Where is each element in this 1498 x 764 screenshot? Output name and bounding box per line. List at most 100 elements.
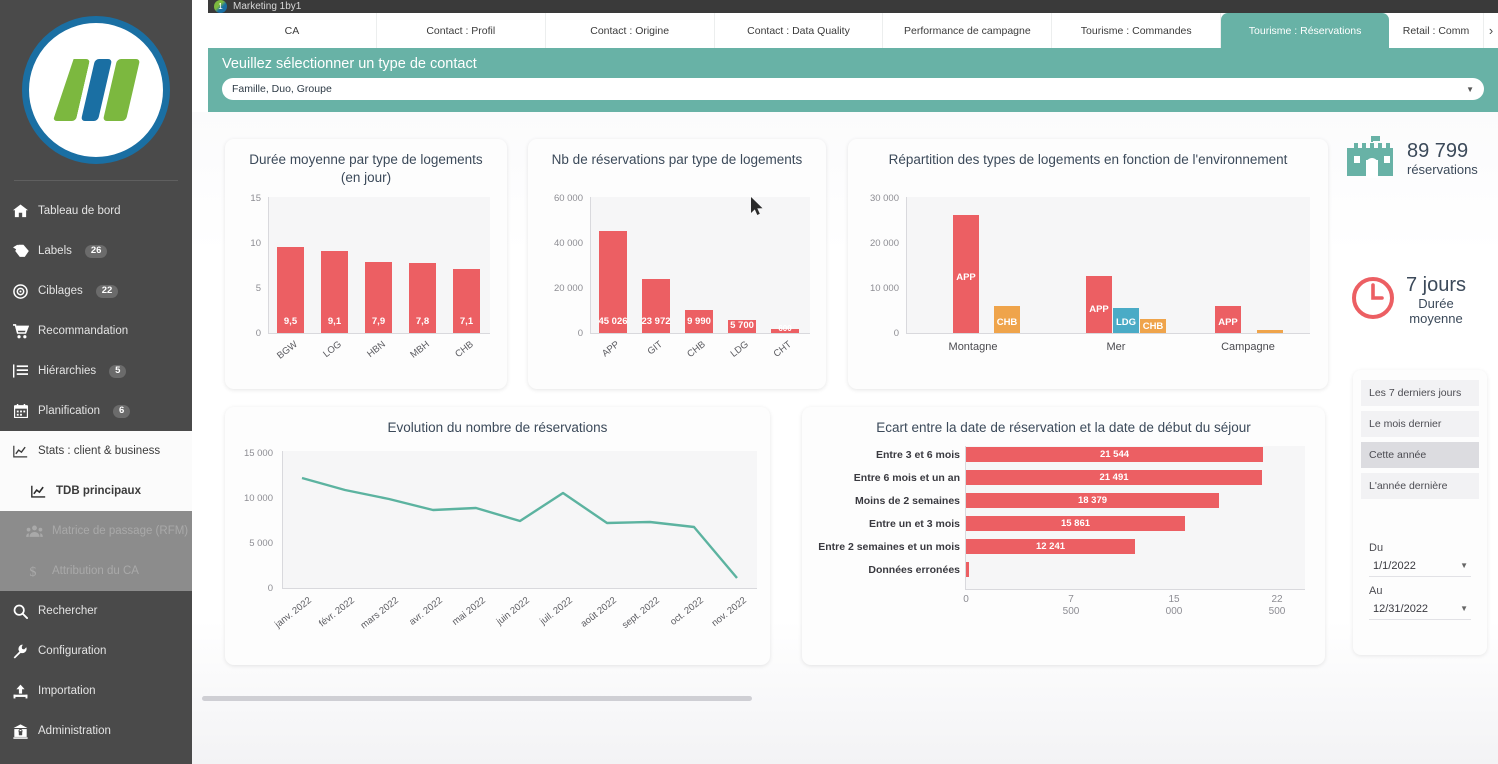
bar[interactable]: 9,1 xyxy=(321,251,348,333)
bar-series-label: CHB xyxy=(1142,321,1164,332)
list-icon xyxy=(12,364,29,378)
chart-nb-reservations: 0 20 000 40 000 60 000 45 026 23 972 9 9… xyxy=(528,189,826,389)
dashboard-root: Tableau de bord Labels 26 Ciblages 22 Re… xyxy=(0,0,1498,764)
bar-series-label: LDG xyxy=(1115,317,1137,328)
card-duree-moyenne: Durée moyenne par type de logements (en … xyxy=(225,139,507,389)
bar-series-label: APP xyxy=(1218,317,1238,328)
bar[interactable]: APP xyxy=(1086,276,1112,333)
bar[interactable]: LDG xyxy=(1113,308,1139,333)
tab-tourisme-reservations[interactable]: Tourisme : Réservations xyxy=(1221,13,1390,48)
y-tick: Entre un et 3 mois xyxy=(868,518,960,530)
sidebar-item-label: Configuration xyxy=(38,645,107,657)
tabs-next-arrow-icon[interactable]: › xyxy=(1484,13,1498,48)
clock-icon xyxy=(1350,275,1396,326)
bar-value: 7,9 xyxy=(371,316,386,327)
card-ecart-dates: Ecart entre la date de réservation et la… xyxy=(802,407,1325,665)
tab-contact-data-quality[interactable]: Contact : Data Quality xyxy=(715,13,884,48)
sidebar-item-labels[interactable]: Labels 26 xyxy=(0,231,192,271)
bar[interactable]: CHB xyxy=(1140,319,1166,333)
bar[interactable]: 45 026 xyxy=(598,231,628,333)
bar[interactable]: APP xyxy=(1215,306,1241,333)
tab-performance-de-campagne[interactable]: Performance de campagne xyxy=(883,13,1053,48)
bar[interactable]: APP xyxy=(953,215,979,333)
chart-title: Répartition des types de logements en fo… xyxy=(888,152,1288,167)
sidebar-item-attribution-du-ca[interactable]: $ Attribution du CA xyxy=(0,551,192,591)
tab-tourisme-commandes[interactable]: Tourisme : Commandes xyxy=(1052,13,1222,48)
chart-evolution-reservations: 0 5 000 10 000 15 000 janv. 2022 févr. 2… xyxy=(225,443,770,665)
sidebar-item-hierarchies[interactable]: Hiérarchies 5 xyxy=(0,351,192,391)
x-tick: LDG xyxy=(728,339,751,360)
chart-duree-moyenne: 0 5 10 15 9,5 9,1 7,9 7,8 7,1 BGW LOG HB… xyxy=(225,189,507,389)
sidebar-item-recommandation[interactable]: Recommandation xyxy=(0,311,192,351)
y-tick: 15 xyxy=(250,193,261,204)
sidebar-item-matrice-de-passage[interactable]: Matrice de passage (RFM) xyxy=(0,511,192,551)
bar-value: 12 241 xyxy=(1035,541,1066,552)
bar[interactable]: 18 379 xyxy=(966,493,1219,508)
bar-value: 18 379 xyxy=(1077,495,1108,506)
dollar-icon: $ xyxy=(26,564,43,579)
bar[interactable]: CHB xyxy=(994,306,1020,333)
tab-ca[interactable]: CA xyxy=(208,13,377,48)
chart-repartition-environnement: 0 10 000 20 000 30 000 APP CHB APP LDG C… xyxy=(848,189,1328,389)
date-preset-7-derniers-jours[interactable]: Les 7 derniers jours xyxy=(1361,380,1479,406)
date-to-input[interactable]: 12/31/2022 ▼ xyxy=(1369,598,1471,620)
line-series xyxy=(301,476,738,579)
sidebar-item-label: Planification xyxy=(38,405,101,417)
sidebar-item-planification[interactable]: Planification 6 xyxy=(0,391,192,431)
contact-type-select[interactable]: Famille, Duo, Groupe ▼ xyxy=(222,78,1484,100)
bar[interactable]: 15 861 xyxy=(966,516,1185,531)
sidebar-item-configuration[interactable]: Configuration xyxy=(0,631,192,671)
tab-contact-origine[interactable]: Contact : Origine xyxy=(546,13,715,48)
bar[interactable] xyxy=(966,562,969,577)
bar[interactable]: 600 xyxy=(771,324,799,333)
bar[interactable]: 12 241 xyxy=(966,539,1135,554)
card-nb-reservations: Nb de réservations par type de logements… xyxy=(528,139,826,389)
sidebar-item-ciblages[interactable]: Ciblages 22 xyxy=(0,271,192,311)
bar[interactable] xyxy=(1257,330,1283,333)
bar[interactable]: 9 990 xyxy=(685,310,713,333)
bar-value: 9,5 xyxy=(283,316,298,327)
x-axis xyxy=(965,589,1305,590)
date-preset-cette-annee[interactable]: Cette année xyxy=(1361,442,1479,468)
bar-value: 5 700 xyxy=(730,320,754,331)
kpi-value: 89 799 xyxy=(1407,139,1469,162)
window-title: Marketing 1by1 xyxy=(233,1,302,12)
sidebar-item-label: TDB principaux xyxy=(56,485,141,497)
panel-spacer xyxy=(1353,504,1487,542)
scrollbar-thumb[interactable] xyxy=(202,696,752,701)
bar[interactable]: 9,5 xyxy=(277,247,304,333)
kpi-value: 7 jours xyxy=(1406,274,1467,296)
x-tick: BGW xyxy=(275,339,300,362)
date-preset-mois-dernier[interactable]: Le mois dernier xyxy=(1361,411,1479,437)
sidebar-item-tableau-de-bord[interactable]: Tableau de bord xyxy=(0,191,192,231)
date-range-panel: Les 7 derniers jours Le mois dernier Cet… xyxy=(1353,370,1487,655)
sidebar-item-importation[interactable]: Importation xyxy=(0,671,192,711)
bar[interactable]: 5 700 xyxy=(728,320,756,333)
sidebar-item-badge: 26 xyxy=(84,244,108,258)
sidebar-item-badge: 6 xyxy=(113,404,131,418)
sidebar-item-stats-client-business[interactable]: Stats : client & business xyxy=(0,431,192,471)
bar[interactable]: 7,9 xyxy=(365,262,392,333)
date-from-input[interactable]: 1/1/2022 ▼ xyxy=(1369,555,1471,577)
bar[interactable]: 7,1 xyxy=(453,269,480,333)
bar[interactable]: 7,8 xyxy=(409,263,436,333)
horizontal-scrollbar[interactable] xyxy=(192,694,1498,703)
cart-icon xyxy=(12,323,29,339)
x-tick: 7 500 xyxy=(1062,594,1080,617)
bar[interactable]: 21 544 xyxy=(966,447,1263,462)
bar[interactable]: 23 972 xyxy=(641,279,671,333)
sidebar-item-administration[interactable]: Administration xyxy=(0,711,192,751)
sidebar-item-tdb-principaux[interactable]: TDB principaux xyxy=(0,471,192,511)
app-logo[interactable] xyxy=(0,0,192,180)
x-tick: 15 000 xyxy=(1165,594,1183,617)
sidebar-item-label: Labels xyxy=(38,245,72,257)
y-axis xyxy=(906,197,907,333)
tab-retail-commandes[interactable]: Retail : Comm xyxy=(1389,13,1485,48)
sidebar-item-rechercher[interactable]: Rechercher xyxy=(0,591,192,631)
tab-contact-profil[interactable]: Contact : Profil xyxy=(377,13,546,48)
kpi-reservations: 89 799 réservations xyxy=(1347,134,1478,183)
bar-value: 7,1 xyxy=(459,316,474,327)
kpi-text: 7 jours Durée moyenne xyxy=(1406,274,1466,327)
bar[interactable]: 21 491 xyxy=(966,470,1262,485)
date-preset-annee-derniere[interactable]: L'année dernière xyxy=(1361,473,1479,499)
